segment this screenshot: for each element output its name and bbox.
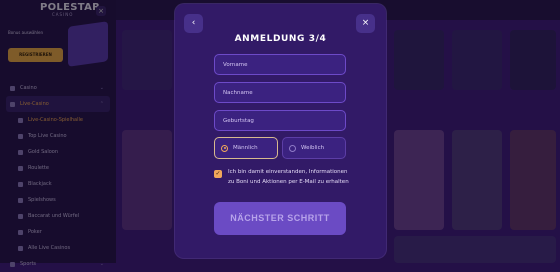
sidebar-item-sports[interactable]: Sports ⌄ [6,256,110,272]
game-tile[interactable] [394,236,556,263]
last-name-field[interactable]: Nachname [214,82,346,103]
promo-title: Bonus auswählen [8,30,44,35]
sidebar-item-top-live-casino[interactable]: Top Live Casino [6,128,110,144]
register-button[interactable]: REGISTRIEREN [8,48,63,62]
radio-unselected-icon [289,144,296,152]
next-step-button[interactable]: NÄCHSTER SCHRITT [214,202,346,235]
sidebar-item-baccarat-dice[interactable]: Baccarat und Würfel [6,208,110,224]
registration-modal: ‹ × ANMELDUNG 3/4 Vorname Nachname Gebur… [175,4,386,258]
sidebar-item-label: Live-Casino [20,101,49,107]
gender-male-label: Männlich [233,145,258,151]
birthday-field[interactable]: Geburtstag [214,110,346,131]
sidebar-item-label: Poker [28,229,42,235]
grid-icon [18,245,23,251]
sidebar-item-label: Alle Live Casinos [28,245,71,251]
first-name-field[interactable]: Vorname [214,54,346,75]
close-button[interactable]: × [356,14,375,33]
gender-male-radio[interactable]: Männlich [214,137,278,159]
casino-icon [10,85,15,91]
sidebar-item-gold-saloon[interactable]: Gold Saloon [6,144,110,160]
first-name-placeholder: Vorname [223,61,248,68]
consent-text: Ich bin damit einverstanden, Information… [228,169,349,185]
sidebar-item-label: Baccarat und Würfel [28,213,80,219]
back-button[interactable]: ‹ [184,14,203,33]
checkmark-icon: ✓ [215,170,221,177]
sidebar-item-label: Top Live Casino [28,133,67,139]
sidebar-item-label: Roulette [28,165,49,171]
sidebar-item-label: Sports [20,261,37,267]
sidebar-item-live-casino-hall[interactable]: Live-Casino-Spielhalle [6,112,110,128]
chevron-down-icon: ⌄ [99,85,104,91]
radio-selected-icon [221,144,228,152]
sidebar-item-blackjack[interactable]: Blackjack [6,176,110,192]
close-icon: × [361,18,370,28]
game-tile[interactable] [394,130,444,230]
live-casino-icon [10,101,15,107]
game-tile[interactable] [452,130,502,230]
sidebar-item-game-shows[interactable]: Spielshows [6,192,110,208]
sports-icon [10,261,15,267]
sidebar-item-label: Spielshows [28,197,56,203]
game-tile[interactable] [510,130,556,230]
sidebar-item-label: Live-Casino-Spielhalle [28,117,83,123]
chevron-left-icon: ‹ [191,18,196,28]
sidebar-item-label: Casino [20,85,37,91]
sidebar-item-roulette[interactable]: Roulette [6,160,110,176]
chevron-down-icon: ⌄ [99,261,104,267]
sidebar-close-icon[interactable]: × [96,6,106,16]
modal-title: ANMELDUNG 3/4 [234,34,327,44]
logo-subtitle: CASINO [52,12,74,17]
gold-icon [18,149,23,155]
sidebar: POLESTAR CASINO × Bonus auswählen REGIST… [0,0,116,267]
dice-icon [18,213,23,219]
game-tile[interactable] [122,130,172,230]
gender-female-label: Weiblich [301,145,325,151]
crown-icon [18,133,23,139]
cards-icon [18,181,23,187]
game-tile[interactable] [394,30,444,90]
game-tile[interactable] [510,30,556,90]
gender-female-radio[interactable]: Weiblich [282,137,346,159]
person-icon [18,117,23,123]
sidebar-item-label: Gold Saloon [28,149,58,155]
consent-checkbox[interactable]: ✓ [214,170,222,178]
sidebar-nav: Casino ⌄ Live-Casino ⌃ Live-Casino-Spiel… [6,80,110,272]
gift-box-image [68,21,108,67]
show-icon [18,197,23,203]
birthday-placeholder: Geburtstag [223,117,254,124]
sidebar-item-label: Blackjack [28,181,52,187]
chevron-up-icon: ⌃ [99,101,104,107]
sidebar-item-casino[interactable]: Casino ⌄ [6,80,110,96]
last-name-placeholder: Nachname [223,89,253,96]
game-tile[interactable] [452,30,502,90]
sidebar-item-poker[interactable]: Poker [6,224,110,240]
roulette-icon [18,165,23,171]
sidebar-item-all-live-casinos[interactable]: Alle Live Casinos [6,240,110,256]
game-tile[interactable] [122,30,172,90]
poker-icon [18,229,23,235]
sidebar-item-live-casino[interactable]: Live-Casino ⌃ [6,96,110,112]
marketing-consent: ✓ Ich bin damit einverstanden, Informati… [214,167,349,187]
